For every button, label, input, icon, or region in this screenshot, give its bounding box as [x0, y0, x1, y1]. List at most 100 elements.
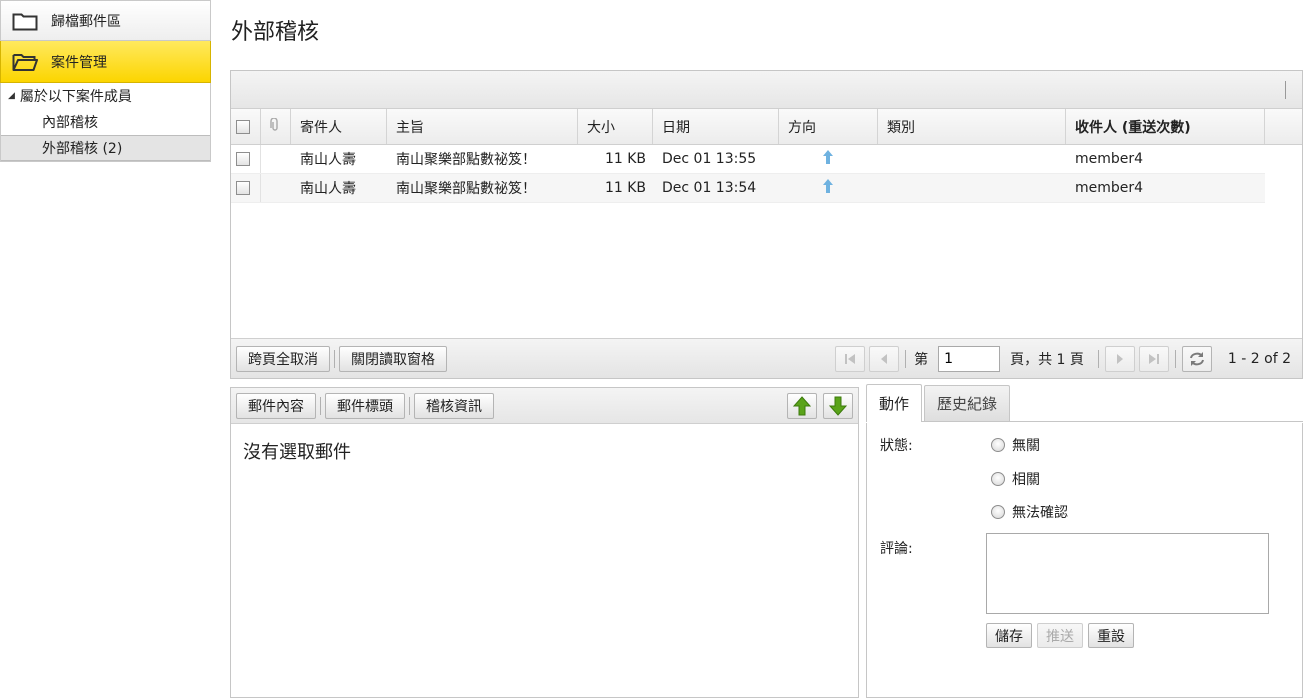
status-option-label: 相關	[1012, 472, 1040, 488]
next-page-icon[interactable]	[1104, 345, 1135, 372]
toolbar-separator	[320, 396, 321, 415]
next-mail-down-icon[interactable]	[823, 392, 853, 419]
page-suffix-label: 頁，共 1 頁	[1010, 351, 1084, 368]
radio-button[interactable]	[991, 438, 1005, 452]
save-button[interactable]: 儲存	[986, 623, 1032, 648]
tab-mail-content[interactable]: 郵件內容	[236, 392, 316, 419]
row-checkbox-cell[interactable]	[231, 174, 261, 202]
arrow-up-icon	[822, 178, 834, 198]
cell-size: 11 KB	[604, 151, 646, 167]
sidebar: 歸檔郵件區 案件管理 ◢ 屬於以下案件成員 內部稽核 外部稽核 (2)	[0, 0, 211, 162]
cell-from: 南山人壽	[300, 181, 356, 197]
tab-action[interactable]: 動作	[866, 384, 923, 422]
nav-archive[interactable]: 歸檔郵件區	[0, 0, 211, 41]
cell-from: 南山人壽	[300, 152, 356, 168]
grid-pager: 跨頁全取消 關閉讀取窗格 第 頁，共 1 頁 1 - 2 of 2	[231, 338, 1302, 378]
deselect-all-pages-button[interactable]: 跨頁全取消	[236, 345, 330, 372]
tree-item-label: 內部稽核	[42, 115, 98, 131]
column-header-attachment[interactable]	[261, 109, 291, 144]
case-tree: ◢ 屬於以下案件成員 內部稽核 外部稽核 (2)	[0, 83, 211, 162]
toolbar-separator	[334, 349, 335, 368]
page-prefix-label: 第	[914, 351, 929, 368]
grid-toolbar	[231, 71, 1302, 109]
comment-textarea[interactable]	[986, 533, 1269, 614]
row-checkbox[interactable]	[236, 152, 250, 166]
cell-date: Dec 01 13:54	[662, 180, 757, 196]
toolbar-separator	[1097, 349, 1099, 368]
table-row[interactable]: 南山人壽 南山聚樂部點數祕笈！ 11 KB Dec 01 13:54 membe…	[231, 174, 1265, 203]
status-option-label: 無關	[1012, 438, 1040, 454]
column-header-subject[interactable]: 主旨	[387, 109, 578, 144]
toolbar-separator	[1174, 349, 1176, 368]
cell-subject: 南山聚樂部點數祕笈！	[396, 152, 536, 168]
tab-history[interactable]: 歷史紀錄	[924, 385, 1011, 421]
select-all-checkbox[interactable]	[236, 119, 250, 134]
forward-button[interactable]: 推送	[1037, 623, 1083, 648]
table-row[interactable]: 南山人壽 南山聚樂部點數祕笈！ 11 KB Dec 01 13:55 membe…	[231, 145, 1265, 174]
column-header-recipient[interactable]: 收件人 (重送次數)	[1066, 109, 1265, 144]
tree-root[interactable]: ◢ 屬於以下案件成員	[1, 83, 210, 109]
action-form: 狀態: 無關 相關 無法確認 評論: 儲存 推送 重設	[866, 423, 1303, 698]
arrow-up-icon	[822, 149, 834, 169]
paging-summary: 1 - 2 of 2	[1227, 350, 1291, 367]
radio-button[interactable]	[991, 505, 1005, 519]
toolbar-separator	[905, 349, 907, 368]
select-all-checkbox-cell[interactable]	[231, 109, 261, 144]
comment-label: 評論:	[880, 541, 913, 557]
column-header-from[interactable]: 寄件人	[291, 109, 387, 144]
nav-case-management-label: 案件管理	[51, 54, 107, 71]
attachment-cell	[261, 174, 291, 202]
cell-direction	[779, 145, 878, 173]
grid-body: 南山人壽 南山聚樂部點數祕笈！ 11 KB Dec 01 13:55 membe…	[231, 145, 1302, 281]
column-header-date[interactable]: 日期	[653, 109, 779, 144]
status-label: 狀態:	[880, 438, 913, 454]
first-page-icon[interactable]	[835, 345, 866, 372]
cell-recipient: member4	[1075, 151, 1144, 167]
tree-item-label: 外部稽核 (2)	[42, 141, 123, 157]
toolbar-separator	[1285, 81, 1286, 99]
folder-open-icon	[12, 52, 38, 72]
tab-mail-headers[interactable]: 郵件標頭	[325, 392, 405, 419]
radio-button[interactable]	[991, 472, 1005, 486]
last-page-icon[interactable]	[1138, 345, 1169, 372]
previous-mail-up-icon[interactable]	[787, 392, 817, 419]
close-reading-pane-button[interactable]: 關閉讀取窗格	[339, 345, 447, 372]
tree-item-external-audit[interactable]: 外部稽核 (2)	[1, 135, 210, 161]
column-header-filler	[1265, 109, 1302, 144]
nav-case-management[interactable]: 案件管理	[0, 41, 211, 83]
refresh-icon[interactable]	[1181, 345, 1212, 372]
action-panel: 動作 歷史紀錄 狀態: 無關 相關 無法確認 評論: 儲存 推送 重設	[866, 384, 1303, 698]
row-checkbox-cell[interactable]	[231, 145, 261, 173]
status-option-unconfirmed[interactable]: 無法確認	[991, 502, 1068, 522]
tab-audit-info[interactable]: 稽核資訊	[414, 392, 494, 419]
tree-item-internal-audit[interactable]: 內部稽核	[1, 109, 210, 135]
empty-preview-message: 沒有選取郵件	[243, 442, 351, 463]
status-option-related[interactable]: 相關	[991, 469, 1040, 489]
page-number-input[interactable]	[938, 345, 1001, 372]
action-tabs: 動作 歷史紀錄	[866, 384, 1303, 422]
preview-panel: 郵件內容 郵件標頭 稽核資訊 沒有選取郵件	[230, 387, 859, 698]
cell-date: Dec 01 13:55	[662, 151, 757, 167]
paperclip-icon	[270, 116, 280, 136]
toolbar-separator	[409, 396, 410, 415]
row-checkbox[interactable]	[236, 181, 250, 195]
page-title: 外部稽核	[231, 20, 320, 45]
column-header-size[interactable]: 大小	[578, 109, 653, 144]
attachment-cell	[261, 145, 291, 173]
preview-toolbar: 郵件內容 郵件標頭 稽核資訊	[231, 388, 858, 424]
mail-grid: 寄件人 主旨 大小 日期 方向 類別 收件人 (重送次數) 南山人壽 南山聚樂部…	[230, 70, 1303, 379]
cell-subject: 南山聚樂部點數祕笈！	[396, 181, 536, 197]
tree-root-label: 屬於以下案件成員	[19, 89, 132, 105]
folder-icon	[12, 11, 38, 31]
column-header-direction[interactable]: 方向	[779, 109, 878, 144]
column-header-category[interactable]: 類別	[878, 109, 1066, 144]
action-buttons: 儲存 推送 重設	[986, 623, 1134, 648]
previous-page-icon[interactable]	[869, 345, 900, 372]
collapse-caret-icon[interactable]: ◢	[8, 91, 15, 101]
nav-archive-label: 歸檔郵件區	[51, 13, 121, 30]
cell-category	[878, 145, 1066, 173]
cell-category	[878, 174, 1066, 202]
status-option-unrelated[interactable]: 無關	[991, 435, 1040, 455]
cell-size: 11 KB	[604, 180, 646, 196]
reset-button[interactable]: 重設	[1088, 623, 1134, 648]
